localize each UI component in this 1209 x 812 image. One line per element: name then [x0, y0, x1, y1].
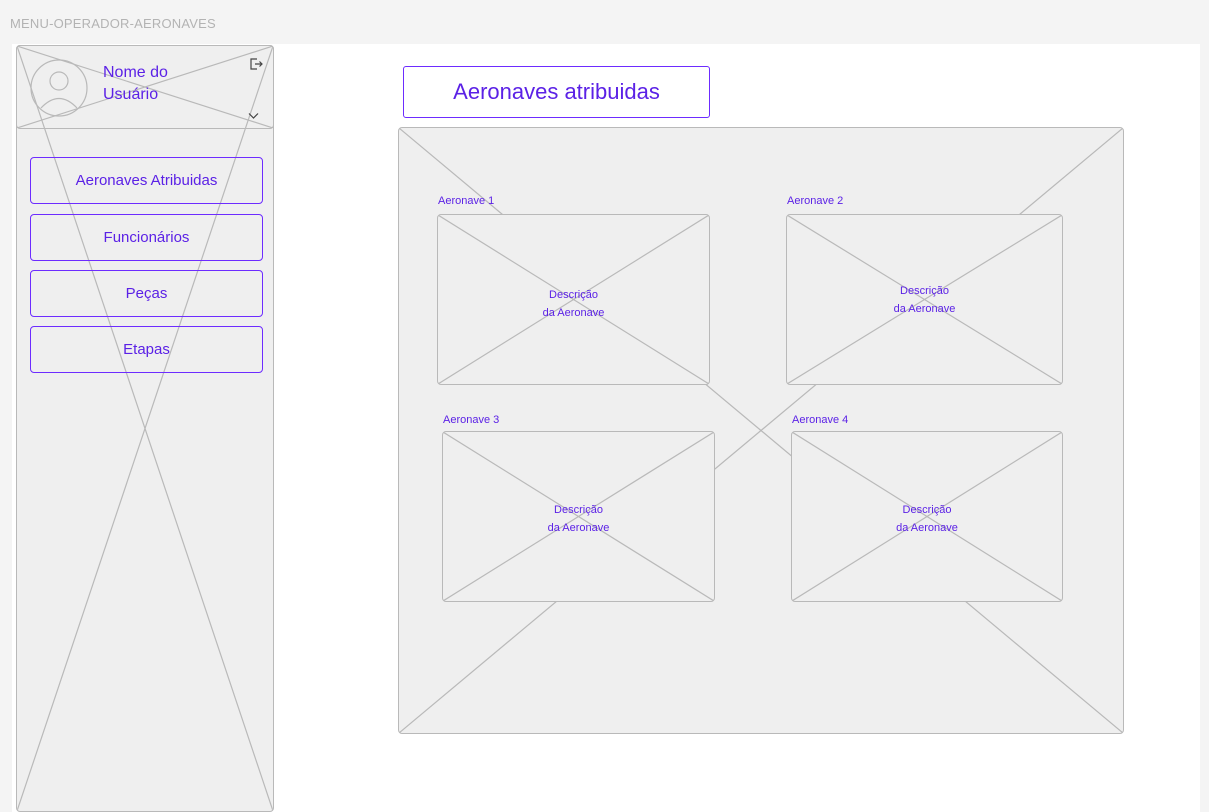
card-description: Descrição da Aeronave — [438, 286, 709, 322]
card-description-line1: Descrição — [554, 504, 603, 516]
sidebar-item-etapas[interactable]: Etapas — [30, 326, 263, 373]
card-description-line2: da Aeronave — [547, 522, 610, 534]
aircraft-card-2[interactable]: Descrição da Aeronave — [786, 214, 1063, 385]
logout-icon[interactable] — [248, 56, 264, 72]
sidebar-item-aeronaves-atribuidas[interactable]: Aeronaves Atribuidas — [30, 157, 263, 204]
card-description-line1: Descrição — [549, 289, 598, 301]
aircraft-card-1[interactable]: Descrição da Aeronave — [437, 214, 710, 385]
card-description-line1: Descrição — [900, 285, 949, 297]
card-label-aeronave-2: Aeronave 2 — [787, 195, 844, 207]
card-description: Descrição da Aeronave — [792, 501, 1062, 537]
card-label-aeronave-3: Aeronave 3 — [443, 414, 500, 426]
user-avatar-icon — [30, 59, 88, 117]
page-title: Aeronaves atribuidas — [403, 66, 710, 118]
sidebar-item-funcionarios[interactable]: Funcionários — [30, 214, 263, 261]
aircraft-card-3[interactable]: Descrição da Aeronave — [442, 431, 715, 602]
user-header: Nome do Usuário — [16, 45, 274, 129]
card-description: Descrição da Aeronave — [443, 501, 714, 537]
card-label-aeronave-1: Aeronave 1 — [438, 195, 495, 207]
user-name-line1: Nome do — [103, 64, 168, 81]
user-name-line2: Usuário — [103, 86, 159, 103]
frame-title: MENU-OPERADOR-AERONAVES — [10, 16, 216, 31]
card-description-line1: Descrição — [902, 504, 952, 516]
sidebar-item-pecas[interactable]: Peças — [30, 270, 263, 317]
user-name: Nome do Usuário — [103, 62, 213, 106]
card-label-aeronave-4: Aeronave 4 — [792, 414, 849, 426]
card-description-line2: da Aeronave — [542, 307, 605, 319]
aircraft-card-4[interactable]: Descrição da Aeronave — [791, 431, 1063, 602]
chevron-down-icon[interactable] — [248, 112, 259, 120]
card-description-line2: da Aeronave — [893, 303, 956, 315]
card-description: Descrição da Aeronave — [787, 282, 1062, 318]
card-description-line2: da Aeronave — [896, 522, 958, 534]
